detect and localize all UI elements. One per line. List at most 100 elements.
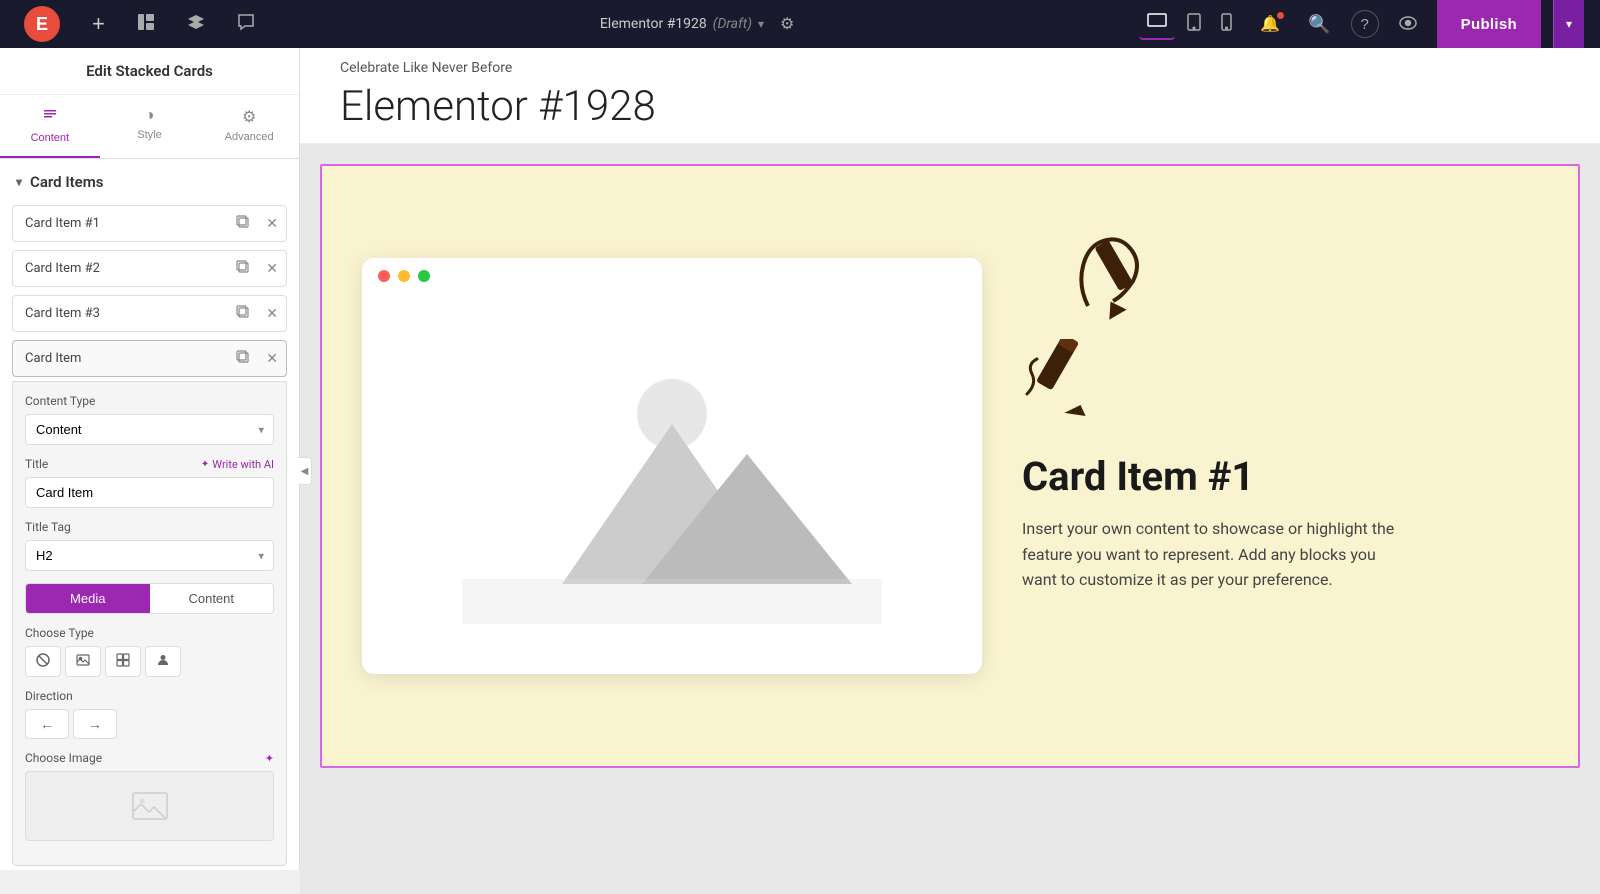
style-tab-icon: ◑ [145,107,155,125]
content-type-label: Content Type [25,394,274,408]
card-item-3-label[interactable]: Card Item #3 [13,296,228,331]
card-item-1-duplicate-button[interactable] [228,207,258,240]
topbar: E + Elementor #1928 (Draft) ▾ ⚙ [0,0,1600,48]
card-text-area: Card Item #1 Insert your own content to … [1022,339,1402,593]
choose-image-label: Choose Image ✦ [25,751,274,765]
card-item-1-label[interactable]: Card Item #1 [13,206,228,241]
tab-style-label: Style [137,129,161,141]
topbar-right: 🔔 🔍 ? Publish ▾ [1139,0,1584,48]
elementor-logo-button[interactable]: E [16,2,68,46]
card-pencil-icon [1022,339,1402,433]
sidebar-header: Edit Stacked Cards [0,48,299,95]
card-item-4-delete-button[interactable]: ✕ [258,342,286,375]
content-type-row: Content Type Content Media ▾ [25,394,274,445]
comments-button[interactable] [229,9,263,40]
title-row: Title ✦ Write with AI Card Item [25,457,274,508]
direction-row: Direction ← → [25,689,274,739]
notifications-button[interactable]: 🔔 [1252,10,1288,38]
tab-content-label: Content [31,132,70,144]
browser-dot-green [418,270,430,282]
card-item-4-row: Card Item ✕ [12,340,287,377]
card-item-display-desc: Insert your own content to showcase or h… [1022,516,1402,593]
type-none-button[interactable] [25,646,61,677]
type-gallery-button[interactable] [105,646,141,677]
browser-mockup [362,258,982,674]
card-item-2-duplicate-button[interactable] [228,252,258,285]
content-tab-icon [42,107,58,128]
desktop-view-button[interactable] [1139,9,1175,40]
type-image-button[interactable] [65,646,101,677]
browser-dot-yellow [398,270,410,282]
media-content-toggle: Media Content [25,583,274,614]
layers-button[interactable] [179,9,213,40]
direction-group: ← → [25,709,274,739]
media-tab-button[interactable]: Media [26,584,150,613]
browser-dot-red [378,270,390,282]
content-tab-button[interactable]: Content [150,584,274,613]
choose-type-group [25,646,274,677]
card-item-2-label[interactable]: Card Item #2 [13,251,228,286]
card-item-2-delete-button[interactable]: ✕ [258,252,286,285]
structure-button[interactable] [129,9,163,40]
help-button[interactable]: ? [1351,10,1379,38]
page-title-text: Elementor #1928 [600,16,707,32]
tab-style[interactable]: ◑ Style [100,95,200,158]
title-tag-select[interactable]: H1 H2 H3 H4 [25,540,274,571]
title-tag-row: Title Tag H1 H2 H3 H4 ▾ [25,520,274,571]
card-item-4-duplicate-button[interactable] [228,342,258,375]
sidebar: Edit Stacked Cards Content ◑ Style ⚙ Adv… [0,48,300,870]
tab-advanced[interactable]: ⚙ Advanced [199,95,299,158]
title-input[interactable]: Card Item [25,477,274,508]
write-ai-label: Write with AI [212,458,274,471]
tabs: Content ◑ Style ⚙ Advanced [0,95,299,159]
ai-star-icon: ✦ [201,459,209,470]
browser-illustration [462,324,882,624]
card-item-3-row: Card Item #3 ✕ [12,295,287,332]
image-placeholder[interactable] [25,771,274,841]
card-items-section-header[interactable]: ▾ Card Items [0,159,299,201]
draft-tag: (Draft) [713,16,752,32]
search-button[interactable]: 🔍 [1300,10,1338,39]
direction-left-button[interactable]: ← [25,709,69,739]
title-label: Title ✦ Write with AI [25,457,274,471]
topbar-left: E + [16,2,263,46]
type-avatar-button[interactable] [145,646,181,677]
card-item-3-duplicate-button[interactable] [228,297,258,330]
panel-collapse-button[interactable]: ◀ [298,457,312,485]
choose-type-row: Choose Type [25,626,274,677]
mobile-view-button[interactable] [1213,9,1240,40]
card-item-1-row: Card Item #1 ✕ [12,205,287,242]
page-header: Celebrate Like Never Before Elementor #1… [300,48,1600,144]
add-element-button[interactable]: + [84,7,113,41]
publish-button[interactable]: Publish [1437,0,1541,48]
write-ai-button[interactable]: ✦ Write with AI [201,458,274,471]
direction-label: Direction [25,689,274,703]
preview-button[interactable] [1391,10,1425,39]
topbar-center: Elementor #1928 (Draft) ▾ ⚙ [600,10,803,38]
canvas-content: Celebrate Like Never Before Elementor #1… [300,48,1600,894]
sidebar-wrapper: Edit Stacked Cards Content ◑ Style ⚙ Adv… [0,48,300,894]
card-item-1-delete-button[interactable]: ✕ [258,207,286,240]
dropdown-arrow-icon: ▾ [758,17,764,31]
tab-advanced-label: Advanced [225,131,274,143]
section-arrow-icon: ▾ [16,175,22,189]
card-item-display-title: Card Item #1 [1022,453,1402,500]
section-label: Card Items [30,173,103,191]
main-layout: Edit Stacked Cards Content ◑ Style ⚙ Adv… [0,48,1600,894]
card-item-2-row: Card Item #2 ✕ [12,250,287,287]
choose-image-row: Choose Image ✦ [25,751,274,841]
tablet-view-button[interactable] [1179,9,1209,40]
widget-area: Card Item #1 Insert your own content to … [320,164,1580,768]
page-draft-title[interactable]: Elementor #1928 (Draft) ▾ [600,16,764,32]
page-settings-button[interactable]: ⚙ [772,10,802,38]
content-type-select[interactable]: Content Media [25,414,274,445]
card-item-3-delete-button[interactable]: ✕ [258,297,286,330]
publish-dropdown-button[interactable]: ▾ [1553,0,1584,48]
direction-right-button[interactable]: → [73,709,117,739]
page-title: Elementor #1928 [340,82,1560,131]
browser-bar [362,258,982,294]
page-subtitle: Celebrate Like Never Before [340,60,1560,76]
tab-content[interactable]: Content [0,95,100,158]
card-item-4-label[interactable]: Card Item [13,341,228,376]
choose-image-icon: ✦ [265,752,274,765]
